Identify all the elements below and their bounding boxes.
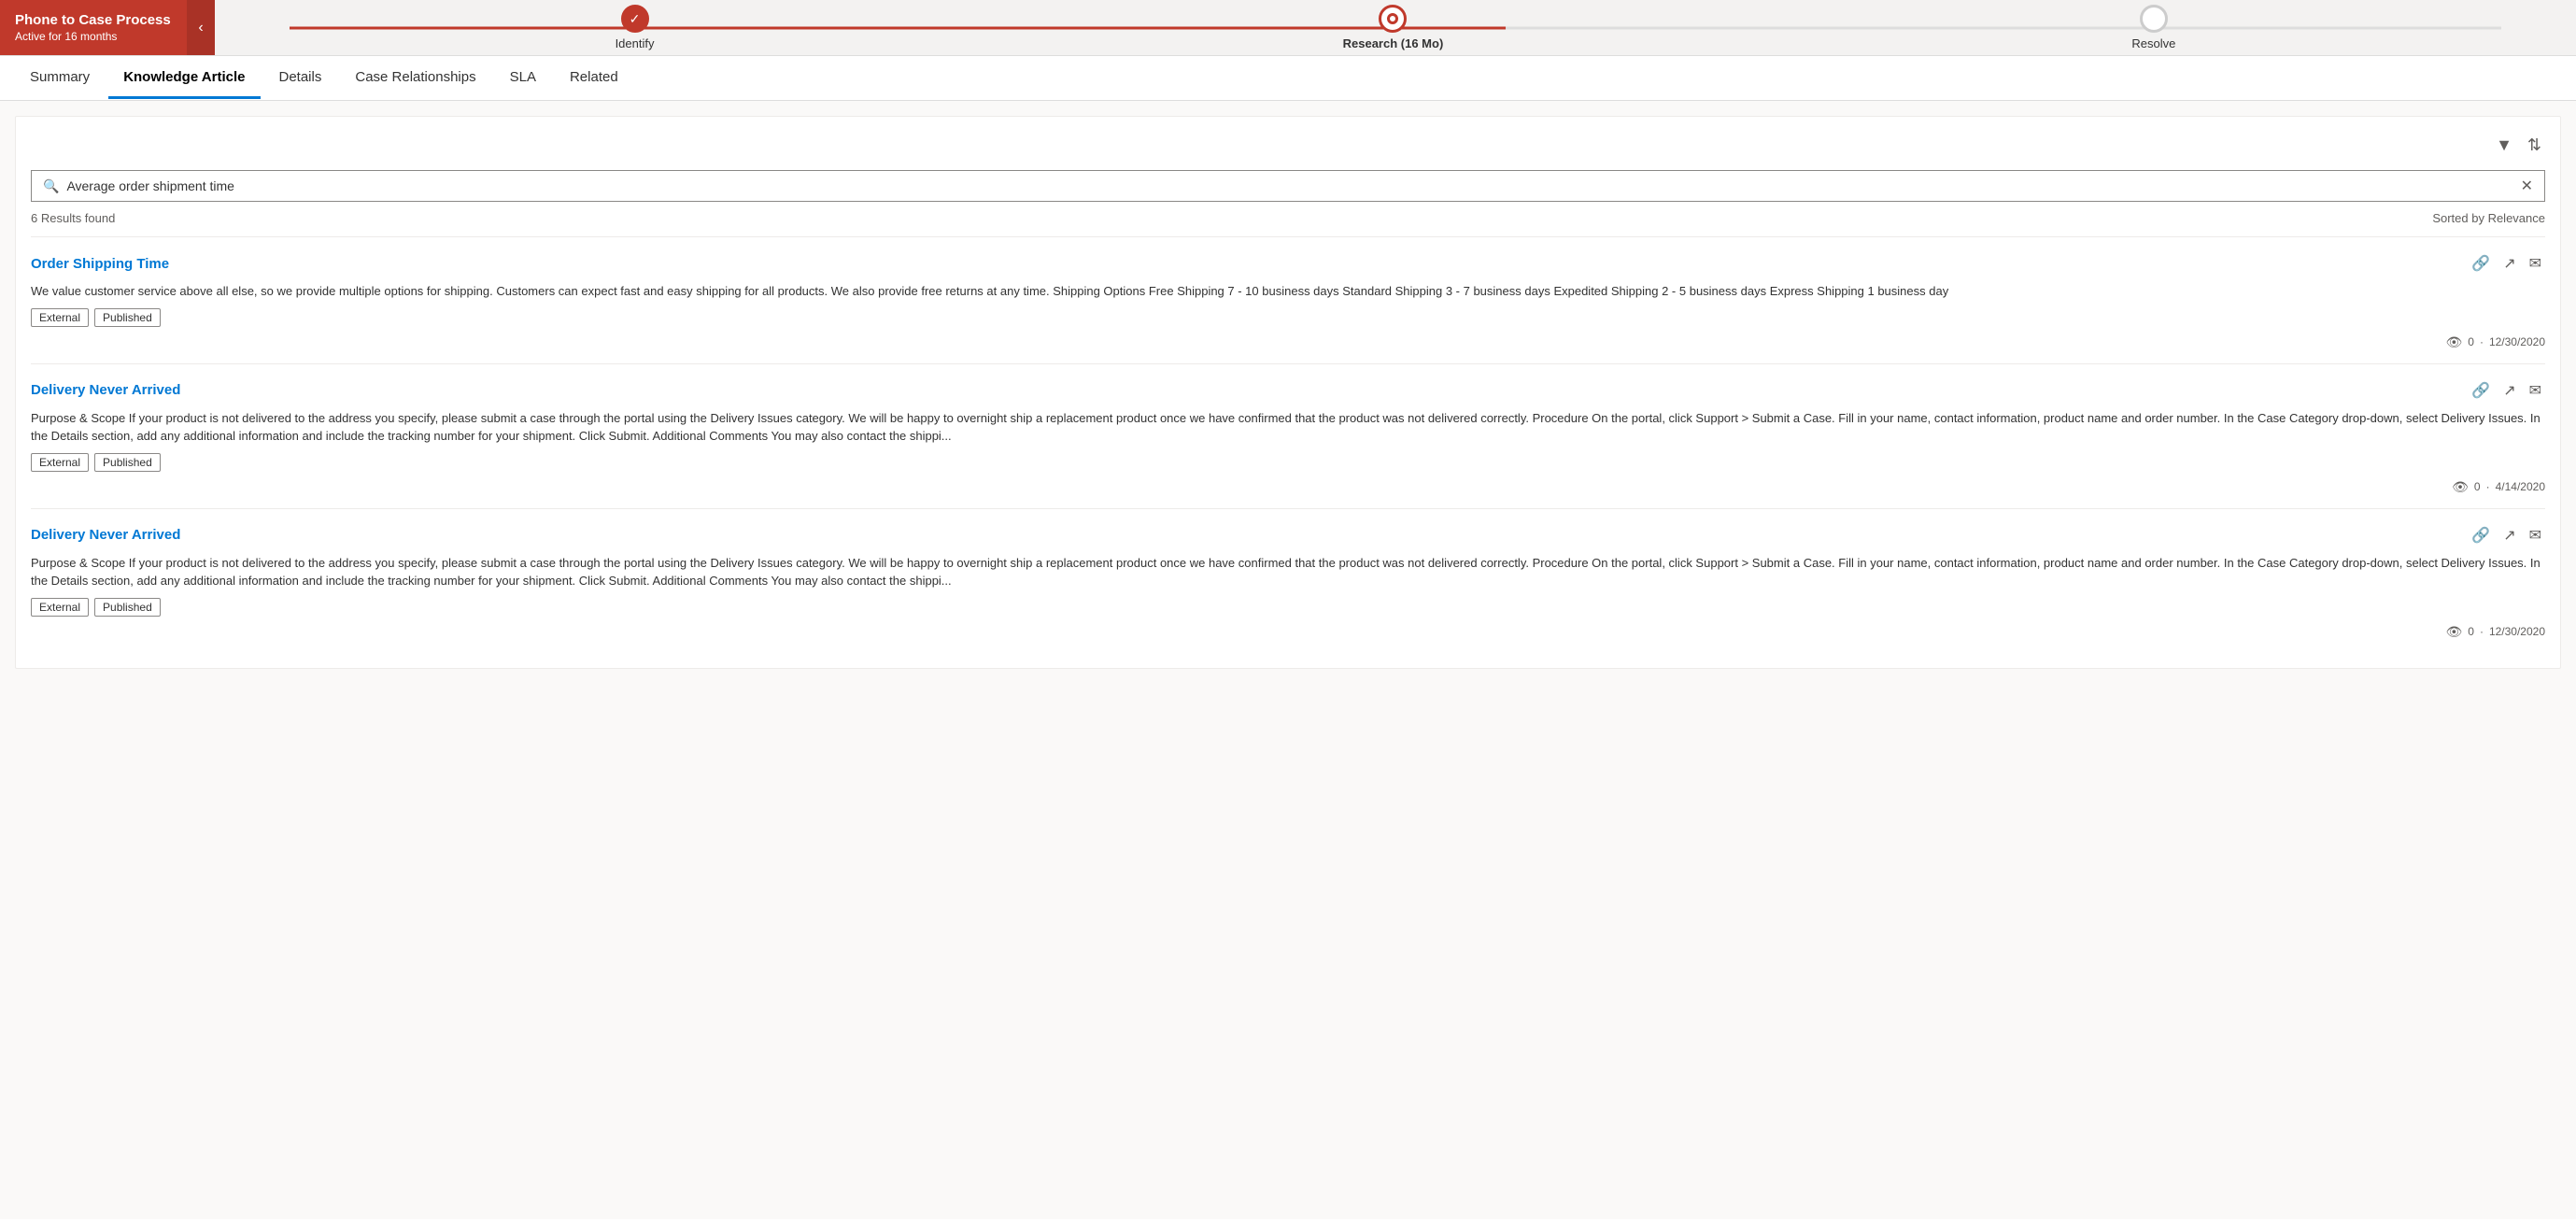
process-line-filled [290,26,1506,29]
article-body: Purpose & Scope If your product is not d… [31,554,2545,590]
views-icon: 👁 [2445,334,2462,350]
article-link-button[interactable]: 🔗 [2468,377,2494,404]
tab-details[interactable]: Details [264,58,337,99]
nav-tabs: Summary Knowledge Article Details Case R… [0,56,2576,101]
article-email-button[interactable]: ✉ [2526,250,2545,277]
tab-knowledge-article[interactable]: Knowledge Article [108,58,260,99]
article-item: Delivery Never Arrived 🔗 ↗ ✉ Purpose & S… [31,508,2545,653]
tag-external: External [31,308,89,327]
process-title: Phone to Case Process Active for 16 mont… [0,0,187,55]
article-actions: 🔗 ↗ ✉ [2468,522,2545,548]
views-icon: 👁 [2452,479,2469,495]
tab-related[interactable]: Related [555,58,633,99]
article-email-button[interactable]: ✉ [2526,377,2545,404]
article-link-button[interactable]: 🔗 [2468,250,2494,277]
article-actions: 🔗 ↗ ✉ [2468,377,2545,404]
step-resolve-circle [2140,5,2168,33]
article-footer: 👁 0 · 12/30/2020 [31,334,2545,350]
knowledge-article-panel: ▼ ⇅ 🔍 ✕ 6 Results found Sorted by Releva… [15,116,2561,669]
step-resolve-label: Resolve [2131,36,2175,50]
article-item: Delivery Never Arrived 🔗 ↗ ✉ Purpose & S… [31,363,2545,508]
tag-published: Published [94,598,161,617]
process-bar: Phone to Case Process Active for 16 mont… [0,0,2576,56]
article-link-button[interactable]: 🔗 [2468,522,2494,548]
article-header: Delivery Never Arrived 🔗 ↗ ✉ [31,522,2545,548]
tab-summary[interactable]: Summary [15,58,105,99]
step-identify-circle: ✓ [621,5,649,33]
search-clear-button[interactable]: ✕ [2521,177,2533,195]
tag-external: External [31,598,89,617]
step-identify-label: Identify [616,36,655,50]
step-identify[interactable]: ✓ Identify [616,5,655,50]
article-open-button[interactable]: ↗ [2499,377,2519,404]
article-date: 12/30/2020 [2489,335,2545,348]
process-steps: ✓ Identify Research (16 Mo) Resolve [215,0,2576,55]
article-item: Order Shipping Time 🔗 ↗ ✉ We value custo… [31,236,2545,363]
process-collapse-button[interactable]: ‹ [187,0,215,55]
search-icon: 🔍 [43,178,59,194]
tag-published: Published [94,453,161,472]
results-count: 6 Results found [31,211,115,225]
article-tags: External Published [31,598,2545,617]
article-views: 0 [2474,480,2481,493]
tab-sla[interactable]: SLA [495,58,551,99]
article-open-button[interactable]: ↗ [2499,522,2519,548]
article-views: 0 [2468,335,2474,348]
article-actions: 🔗 ↗ ✉ [2468,250,2545,277]
tab-case-relationships[interactable]: Case Relationships [340,58,490,99]
article-email-button[interactable]: ✉ [2526,522,2545,548]
articles-list: Order Shipping Time 🔗 ↗ ✉ We value custo… [31,236,2545,653]
article-body: Purpose & Scope If your product is not d… [31,409,2545,446]
article-tags: External Published [31,453,2545,472]
sort-button[interactable]: ⇅ [2524,132,2545,159]
step-resolve[interactable]: Resolve [2131,5,2175,50]
toolbar-row: ▼ ⇅ [31,132,2545,159]
article-title[interactable]: Order Shipping Time [31,256,169,272]
article-footer: 👁 0 · 4/14/2020 [31,479,2545,495]
process-name: Phone to Case Process [15,12,172,28]
results-sort: Sorted by Relevance [2432,211,2545,225]
results-info-row: 6 Results found Sorted by Relevance [31,211,2545,225]
tag-published: Published [94,308,161,327]
step-research-label: Research (16 Mo) [1343,36,1444,50]
step-research-circle [1379,5,1407,33]
article-body: We value customer service above all else… [31,282,2545,301]
search-container: 🔍 ✕ [31,170,2545,202]
article-date: 4/14/2020 [2496,480,2545,493]
process-subtitle: Active for 16 months [15,30,172,43]
filter-button[interactable]: ▼ [2492,132,2516,159]
main-content: ▼ ⇅ 🔍 ✕ 6 Results found Sorted by Releva… [0,101,2576,1219]
tag-external: External [31,453,89,472]
article-header: Delivery Never Arrived 🔗 ↗ ✉ [31,377,2545,404]
search-input[interactable] [66,178,2520,193]
article-title[interactable]: Delivery Never Arrived [31,382,180,398]
article-tags: External Published [31,308,2545,327]
article-header: Order Shipping Time 🔗 ↗ ✉ [31,250,2545,277]
article-open-button[interactable]: ↗ [2499,250,2519,277]
article-footer: 👁 0 · 12/30/2020 [31,624,2545,640]
article-date: 12/30/2020 [2489,625,2545,638]
views-icon: 👁 [2445,624,2462,640]
step-research[interactable]: Research (16 Mo) [1343,5,1444,50]
article-title[interactable]: Delivery Never Arrived [31,527,180,543]
article-views: 0 [2468,625,2474,638]
